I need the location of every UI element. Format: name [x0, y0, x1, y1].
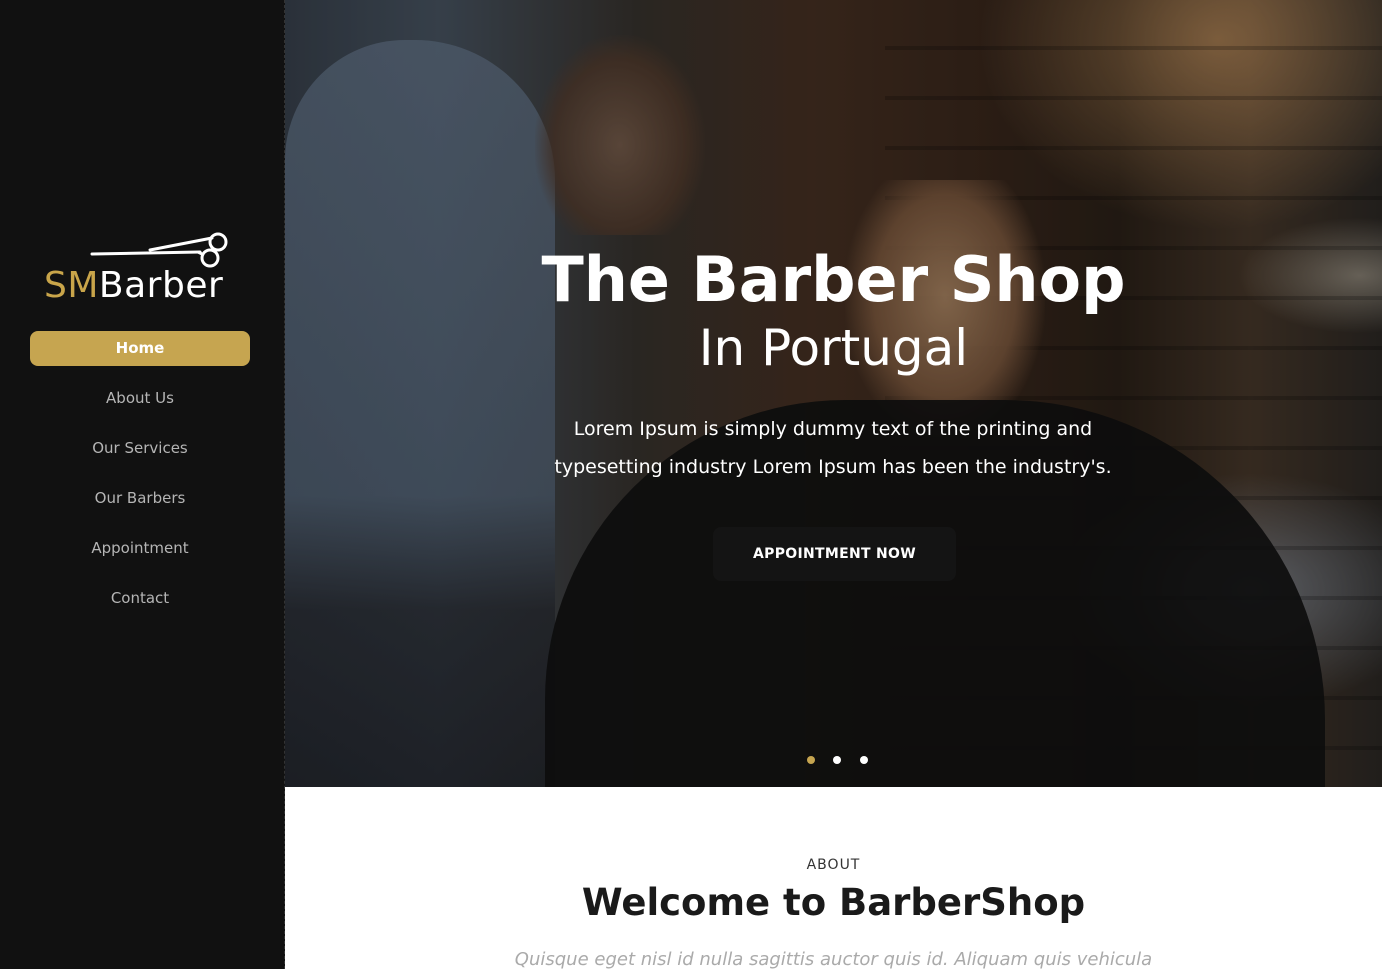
about-title: Welcome to BarberShop	[581, 881, 1086, 924]
about-label: ABOUT	[806, 857, 861, 873]
about-section: ABOUT Welcome to BarberShop Quisque eget…	[285, 787, 1382, 969]
hero-overlay	[285, 0, 1382, 787]
logo-text-sm: SM	[44, 265, 99, 306]
slider-dot-3[interactable]	[859, 756, 868, 764]
hero-slider: The Barber Shop In Portugal Lorem Ipsum …	[285, 0, 1382, 787]
appointment-now-button[interactable]: APPOINTMENT NOW	[713, 527, 956, 581]
nav-item-home[interactable]: Home	[30, 331, 250, 366]
main-nav: Home About Us Our Services Our Barbers A…	[30, 331, 250, 631]
slider-dots	[807, 751, 882, 764]
logo[interactable]: SMBarber	[44, 228, 244, 308]
hero-title: The Barber Shop	[541, 243, 1126, 316]
sidebar: SMBarber Home About Us Our Services Our …	[0, 0, 285, 969]
nav-item-appointment[interactable]: Appointment	[30, 531, 250, 566]
slider-dot-1[interactable]	[807, 756, 815, 764]
nav-item-about-us[interactable]: About Us	[30, 381, 250, 416]
logo-text-barber: Barber	[98, 265, 224, 306]
logo-wordmark: SMBarber	[44, 266, 223, 306]
about-text: Quisque eget nisl id nulla sagittis auct…	[514, 949, 1153, 969]
hero-subtitle: In Portugal	[698, 319, 969, 377]
nav-item-our-services[interactable]: Our Services	[30, 431, 250, 466]
hero-description: Lorem Ipsum is simply dummy text of the …	[554, 418, 1112, 478]
nav-item-our-barbers[interactable]: Our Barbers	[30, 481, 250, 516]
nav-item-contact[interactable]: Contact	[30, 581, 250, 616]
